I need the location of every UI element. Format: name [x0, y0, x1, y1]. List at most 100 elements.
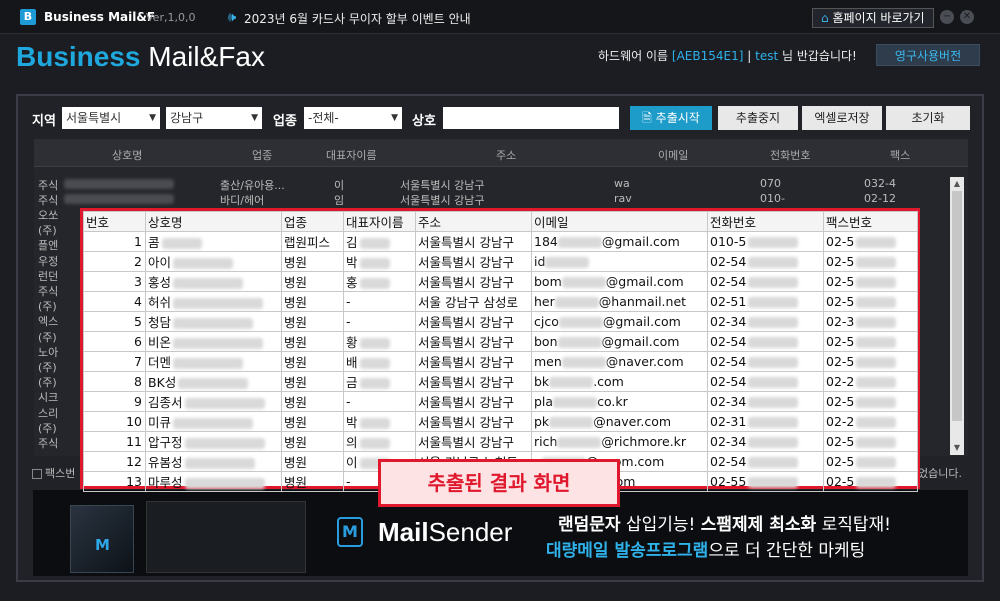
result-cell-addr: 서울특별시 강남구 [415, 331, 532, 352]
result-cell-name-text: 아이 [148, 255, 172, 270]
result-row[interactable]: 10 미큐 병원 박 서울특별시 강남구 pk @naver.com 02-31 02-2 [83, 411, 918, 432]
scroll-down-icon[interactable]: ▼ [950, 442, 964, 454]
result-row[interactable]: 8 BK성 병원 금 서울특별시 강남구 bk .com 02-54 02-2 [83, 371, 918, 392]
blurred-text [856, 237, 897, 248]
scroll-up-icon[interactable]: ▲ [950, 178, 964, 190]
scroll-thumb[interactable] [952, 191, 962, 421]
blurred-text [359, 438, 390, 449]
chevron-down-icon: ▼ [251, 113, 258, 123]
email-prefix: men [534, 354, 562, 369]
result-table: 번호 상호명 업종 대표자이름 주소 이메일 전화번호 팩스번호 1 콤 랩원피스 김… [83, 211, 918, 492]
notice-link[interactable]: 2023년 6월 카드사 무이자 할부 이벤트 안내 [244, 10, 471, 27]
grid-cell-rep: 임 [334, 194, 345, 207]
result-cell-name: 비온 [145, 331, 282, 352]
blurred-text [748, 297, 799, 308]
result-row[interactable]: 7 더멘 병원 배 서울특별시 강남구 men @naver.com 02-54 02-5 [83, 351, 918, 372]
result-cell-tel: 02-34 [707, 311, 824, 332]
fax-only-checkbox[interactable]: 팩스번 [32, 465, 75, 481]
result-cell-rep: 박 [343, 251, 416, 272]
grid-header-email: 이메일 [658, 149, 689, 162]
result-cell-industry: 병원 [281, 451, 344, 472]
mailsender-logo-icon: M [337, 517, 363, 547]
col-industry: 업종 [281, 211, 344, 232]
grid-cell-tel: 010- [760, 192, 785, 205]
result-row[interactable]: 11 압구정 병원 의 서울특별시 강남구 rich @richmore.kr 02-34 02… [83, 431, 918, 452]
result-cell-tel-text: 02-54 [710, 354, 747, 369]
grid-cell-name: (주) [38, 361, 57, 374]
promo-line-2: 대량메일 발송프로그램으로 더 간단한 마케팅 [546, 536, 865, 561]
blurred-text [856, 437, 897, 448]
grid-cell-name: 엑스 [38, 315, 59, 329]
stop-extract-button[interactable]: 추출중지 [718, 106, 798, 130]
result-cell-name-text: 홍성 [148, 275, 172, 290]
result-cell-rep-text: - [346, 474, 351, 489]
app-logo-icon: B [20, 9, 36, 25]
hardware-info: 하드웨어 이름 [AEB154E1] | test 님 반갑습니다! [598, 47, 857, 64]
promo-2b: 으로 더 간단한 마케팅 [708, 541, 866, 561]
fax-check-label: 팩스번 [45, 467, 76, 480]
result-cell-fax: 02-3 [823, 311, 918, 332]
result-row[interactable]: 5 청담 병원 - 서울특별시 강남구 cjco @gmail.com 02-34 02-3 [83, 311, 918, 332]
hw-id: [AEB154E1] [671, 49, 744, 63]
result-cell-name-text: 압구정 [148, 435, 183, 450]
grid-cell-name: 우정 [38, 254, 59, 268]
start-extract-button[interactable]: 🗎 추출시작 [630, 106, 712, 130]
result-cell-email: 184 @gmail.com [531, 231, 708, 252]
blurred-text [748, 257, 799, 268]
minimize-icon[interactable]: − [940, 10, 954, 24]
result-cell-rep-text: 의 [346, 435, 358, 450]
result-cell-name-text: 콤 [148, 235, 160, 250]
result-cell-fax: 02-5 [823, 471, 918, 492]
company-input[interactable] [443, 107, 619, 129]
result-cell-fax: 02-5 [823, 231, 918, 252]
blurred-text [748, 317, 799, 328]
result-row[interactable]: 1 콤 랩원피스 김 서울특별시 강남구 184 @gmail.com 010-5 02-5 [83, 231, 918, 252]
grid-header-address: 주소 [496, 149, 517, 162]
search-bar: 지역 서울특별시 ▼ 강남구 ▼ 업종 -전체- ▼ 상호 🗎 추출시작 추출중지 엑… [18, 106, 980, 132]
result-cell-addr: 서울 강남구 삼성로 [415, 291, 532, 312]
result-row[interactable]: 4 허쉬 병원 - 서울 강남구 삼성로 her @hanmail.net 02-51 02-5 [83, 291, 918, 312]
result-cell-rep-text: 박 [346, 255, 358, 270]
result-row[interactable]: 2 아이 병원 박 서울특별시 강남구 id 02-54 02-5 [83, 251, 918, 272]
grid-cell-email: wa [614, 177, 630, 190]
close-icon[interactable]: ✕ [960, 10, 974, 24]
reset-button[interactable]: 초기화 [886, 106, 970, 130]
blurred-text [748, 417, 799, 428]
grid-cell-name: 노아 [38, 345, 59, 359]
result-cell-no: 6 [83, 331, 146, 352]
blurred-text [856, 377, 897, 388]
email-suffix: @richmore.kr [601, 434, 687, 449]
result-row[interactable]: 9 김종서 병원 - 서울특별시 강남구 pla co.kr 02-34 02-5 [83, 391, 918, 412]
district-select[interactable]: 강남구 ▼ [166, 107, 262, 129]
result-cell-fax: 02-5 [823, 431, 918, 452]
blurred-text [748, 277, 799, 288]
vertical-scrollbar[interactable]: ▲ ▼ [950, 177, 964, 455]
blurred-text [856, 337, 897, 348]
grid-header-name: 상호명 [112, 149, 143, 162]
homepage-button[interactable]: ⌂ 홈페이지 바로가기 [812, 8, 934, 28]
result-cell-rep-text: 금 [346, 375, 358, 390]
app-name: Business Mail&F [44, 10, 156, 24]
result-cell-name: 콤 [145, 231, 282, 252]
app-version: Ver,1,0,0 [146, 11, 196, 24]
result-cell-rep-text: 배 [346, 355, 358, 370]
result-cell-tel: 02-54 [707, 371, 824, 392]
email-suffix: @gmail.com [601, 234, 680, 249]
result-cell-name: 미큐 [145, 411, 282, 432]
blurred-text [748, 457, 799, 468]
result-cell-rep: - [343, 291, 416, 312]
region-value: 서울특별시 [66, 111, 122, 125]
result-cell-tel-text: 02-54 [710, 454, 747, 469]
excel-save-button[interactable]: 엑셀로저장 [802, 106, 882, 130]
email-prefix: bon [534, 334, 558, 349]
result-cell-fax: 02-5 [823, 451, 918, 472]
result-cell-rep-text: - [346, 314, 351, 329]
result-row[interactable]: 3 홍성 병원 홍 서울특별시 강남구 bom @gmail.com 02-54 02-5 [83, 271, 918, 292]
grid-cell-name: (주) [38, 376, 57, 390]
greeting: 님 반갑습니다! [781, 49, 857, 63]
industry-select[interactable]: -전체- ▼ [304, 107, 402, 129]
grid-cell-tel: 070 [760, 177, 781, 190]
permanent-version-button[interactable]: 영구사용버전 [876, 44, 980, 66]
region-select[interactable]: 서울특별시 ▼ [62, 107, 160, 129]
result-row[interactable]: 6 비온 병원 황 서울특별시 강남구 bon @gmail.com 02-54 02-5 [83, 331, 918, 352]
